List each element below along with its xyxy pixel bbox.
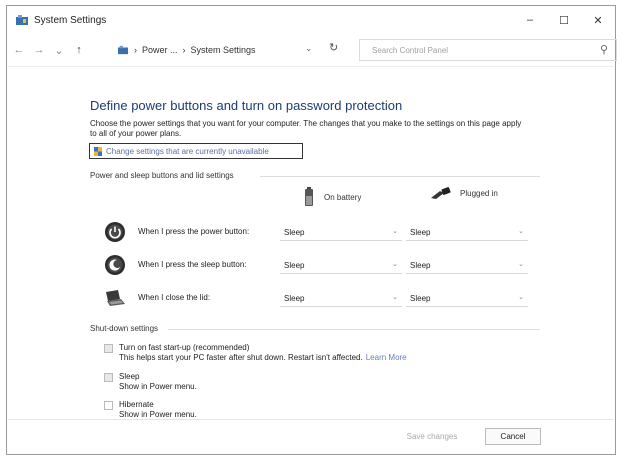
sleep-button-row: When I press the sleep button: Sleep ⌄ S… — [104, 254, 534, 278]
plugged-in-label: Plugged in — [460, 188, 498, 198]
power-button-row: When I press the power button: Sleep ⌄ S… — [104, 221, 534, 245]
title-bar: System Settings – ☐ ✕ — [7, 6, 615, 34]
sleep-option-description: Show in Power menu. — [119, 382, 197, 391]
control-panel-icon — [118, 45, 128, 55]
select-value: Sleep — [410, 227, 431, 237]
sleep-button-label: When I press the sleep button: — [138, 260, 247, 269]
close-lid-plugged-select[interactable]: Sleep ⌄ — [406, 290, 528, 307]
system-settings-window: System Settings – ☐ ✕ ← → ⌄ ↑ › Power ..… — [6, 5, 617, 455]
breadcrumb-power[interactable]: Power ... — [142, 45, 178, 55]
chevron-down-icon: ⌄ — [392, 228, 398, 235]
change-settings-link[interactable]: Change settings that are currently unava… — [89, 143, 303, 159]
save-changes-button[interactable]: Save changes — [406, 428, 458, 445]
minimize-button[interactable]: – — [513, 6, 547, 34]
page-title: Define power buttons and turn on passwor… — [90, 98, 403, 113]
footer-bar: Save changes Cancel — [8, 419, 614, 454]
sleep-button-battery-select[interactable]: Sleep ⌄ — [280, 257, 402, 274]
chevron-down-icon: ⌄ — [518, 294, 524, 301]
laptop-lid-icon — [106, 290, 125, 306]
search-icon[interactable]: ⚲ — [600, 43, 608, 56]
fast-startup-checkbox[interactable] — [104, 344, 113, 353]
fast-startup-label: Turn on fast start-up (recommended) — [119, 343, 250, 352]
sleep-option[interactable]: Sleep Show in Power menu. — [104, 372, 197, 392]
battery-icon — [305, 187, 313, 206]
power-button-icon — [105, 222, 125, 242]
fast-startup-description: This helps start your PC faster after sh… — [119, 353, 363, 362]
close-lid-label: When I close the lid: — [138, 293, 211, 302]
section-divider — [168, 329, 540, 330]
navigation-bar: ← → ⌄ ↑ › Power ... › System Settings ⌄ … — [7, 38, 617, 62]
learn-more-link[interactable]: Learn More — [366, 353, 407, 362]
sleep-button-plugged-select[interactable]: Sleep ⌄ — [406, 257, 528, 274]
close-lid-row: When I close the lid: Sleep ⌄ Sleep ⌄ — [104, 287, 534, 311]
chevron-down-icon: ⌄ — [518, 228, 524, 235]
sleep-button-icon — [105, 255, 125, 275]
recent-locations-icon[interactable]: ⌄ — [51, 42, 67, 58]
back-arrow-icon[interactable]: ← — [11, 42, 27, 58]
window-controls: – ☐ ✕ — [513, 6, 615, 34]
change-settings-label: Change settings that are currently unava… — [106, 146, 269, 156]
section-power-sleep-title: Power and sleep buttons and lid settings — [90, 171, 234, 180]
sleep-checkbox[interactable] — [104, 373, 113, 382]
chevron-down-icon: ⌄ — [392, 294, 398, 301]
select-value: Sleep — [284, 260, 305, 270]
column-plugged-in: Plugged in — [430, 187, 498, 199]
search-input[interactable]: Search Control Panel ⚲ — [359, 39, 617, 61]
breadcrumb-system-settings[interactable]: System Settings — [191, 45, 256, 55]
select-value: Sleep — [410, 260, 431, 270]
breadcrumb-separator: › — [182, 45, 186, 55]
shield-icon — [94, 146, 102, 156]
power-button-battery-select[interactable]: Sleep ⌄ — [280, 224, 402, 241]
select-value: Sleep — [410, 293, 431, 303]
hibernate-option-label: Hibernate — [119, 400, 154, 409]
control-panel-icon — [16, 15, 28, 25]
chevron-down-icon: ⌄ — [518, 261, 524, 268]
up-arrow-icon[interactable]: ↑ — [71, 42, 87, 58]
refresh-icon[interactable]: ↻ — [329, 41, 338, 54]
section-divider — [260, 176, 540, 177]
column-on-battery: On battery — [304, 187, 361, 207]
cancel-button[interactable]: Cancel — [485, 428, 541, 445]
select-value: Sleep — [284, 227, 305, 237]
page-description: Choose the power settings that you want … — [90, 119, 522, 138]
maximize-button[interactable]: ☐ — [547, 6, 581, 34]
main-content: Define power buttons and turn on passwor… — [8, 66, 614, 454]
on-battery-label: On battery — [324, 192, 362, 202]
hibernate-option[interactable]: Hibernate Show in Power menu. — [104, 400, 197, 420]
power-button-label: When I press the power button: — [138, 227, 250, 236]
chevron-down-icon: ⌄ — [392, 261, 398, 268]
close-button[interactable]: ✕ — [581, 6, 615, 34]
close-lid-battery-select[interactable]: Sleep ⌄ — [280, 290, 402, 307]
search-placeholder: Search Control Panel — [372, 45, 449, 55]
sleep-option-label: Sleep — [119, 372, 140, 381]
fast-startup-option[interactable]: Turn on fast start-up (recommended) This… — [104, 343, 407, 363]
window-title: System Settings — [34, 14, 107, 26]
power-button-plugged-select[interactable]: Sleep ⌄ — [406, 224, 528, 241]
select-value: Sleep — [284, 293, 305, 303]
chevron-down-icon[interactable]: ⌄ — [305, 43, 313, 54]
section-shutdown-title: Shut-down settings — [90, 324, 159, 333]
hibernate-checkbox[interactable] — [104, 401, 113, 410]
breadcrumb-separator: › — [134, 45, 137, 55]
power-plug-icon — [431, 187, 451, 199]
forward-arrow-icon[interactable]: → — [31, 42, 47, 58]
